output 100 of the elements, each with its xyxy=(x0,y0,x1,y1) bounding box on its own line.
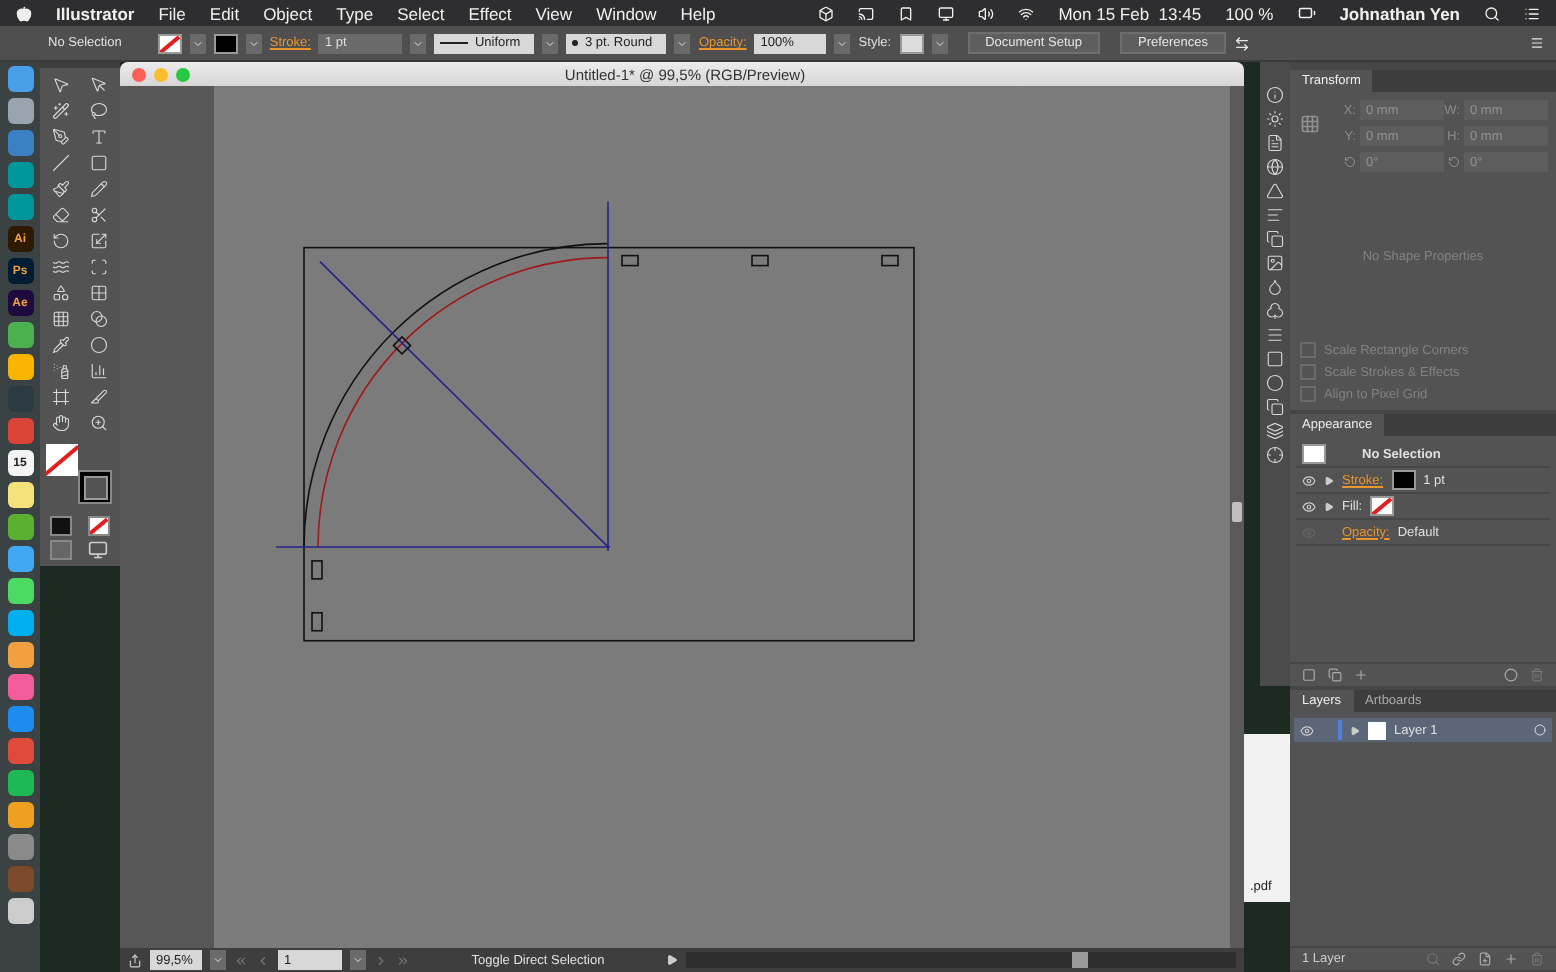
dropdown-button[interactable] xyxy=(834,33,851,53)
app-icon[interactable] xyxy=(7,578,33,604)
menu-item[interactable]: Object xyxy=(263,3,313,23)
line-icon[interactable] xyxy=(52,154,71,172)
column-graph-icon[interactable] xyxy=(89,362,108,380)
panel-menu-icon[interactable] xyxy=(1530,36,1544,50)
app-icon[interactable] xyxy=(7,514,33,540)
stroke-swatch[interactable] xyxy=(1391,470,1416,490)
zoom-icon[interactable] xyxy=(89,414,108,432)
expand-triangle-icon[interactable] xyxy=(1350,725,1360,735)
scissors-icon[interactable] xyxy=(89,206,108,224)
battery-icon[interactable] xyxy=(1297,4,1316,22)
overlap-squares-icon[interactable] xyxy=(1266,230,1284,248)
horizontal-scrollbar[interactable] xyxy=(686,952,1236,968)
fill-none-swatch[interactable] xyxy=(46,444,78,476)
document-icon[interactable] xyxy=(1266,134,1284,152)
selection-arrow-icon[interactable] xyxy=(52,76,71,94)
menu-item[interactable]: View xyxy=(535,3,573,23)
direct-selection-arrow-icon[interactable] xyxy=(89,76,108,94)
image-icon[interactable] xyxy=(1266,254,1284,272)
pen-icon[interactable] xyxy=(52,128,71,146)
volume-icon[interactable] xyxy=(978,5,995,21)
app-icon[interactable] xyxy=(7,898,33,924)
wifi-icon[interactable] xyxy=(1018,5,1035,21)
status-menu-icon[interactable] xyxy=(666,954,678,966)
share-icon[interactable] xyxy=(128,953,142,967)
app-menu[interactable]: Illustrator xyxy=(56,3,135,23)
dropdown-button[interactable] xyxy=(245,33,262,53)
display-icon[interactable] xyxy=(938,5,955,21)
style-swatch[interactable] xyxy=(899,33,924,53)
lasso-icon[interactable] xyxy=(89,102,108,120)
fill-none-swatch[interactable] xyxy=(1370,496,1395,516)
lines-icon[interactable] xyxy=(1266,326,1284,344)
perspective-grid-icon[interactable] xyxy=(89,284,108,302)
dropdown-button[interactable] xyxy=(542,33,559,53)
expand-triangle-icon[interactable] xyxy=(1324,475,1334,485)
arrange-icon[interactable] xyxy=(1234,35,1251,51)
info-icon[interactable] xyxy=(1266,86,1284,104)
app-icon[interactable] xyxy=(7,322,33,348)
menu-item[interactable]: Type xyxy=(336,3,374,23)
type-icon[interactable] xyxy=(89,128,108,146)
app-icon[interactable] xyxy=(7,642,33,668)
club-icon[interactable] xyxy=(1266,302,1284,320)
menu-item[interactable]: Window xyxy=(596,3,657,23)
droplet-icon[interactable] xyxy=(1266,278,1284,296)
user-name[interactable]: Johnathan Yen xyxy=(1339,3,1460,23)
stroke-swatch[interactable] xyxy=(78,470,112,504)
menu-item[interactable]: Edit xyxy=(209,3,240,23)
magic-wand-icon[interactable] xyxy=(52,102,71,120)
app-icon[interactable] xyxy=(7,98,33,124)
none-mode-icon[interactable] xyxy=(87,516,110,536)
app-icon[interactable] xyxy=(7,770,33,796)
warp-icon[interactable] xyxy=(52,258,71,276)
menu-item[interactable]: File xyxy=(158,3,186,23)
artboard-icon[interactable] xyxy=(52,388,71,406)
stroke-swatch[interactable] xyxy=(213,33,238,53)
shape-builder-icon[interactable] xyxy=(52,284,71,302)
color-mode-icon[interactable] xyxy=(50,516,73,536)
triangle-icon[interactable] xyxy=(1266,182,1284,200)
layers-icon[interactable] xyxy=(1266,422,1284,440)
clip-icon[interactable] xyxy=(1452,952,1466,966)
rotate-icon[interactable] xyxy=(52,232,71,250)
box-icon[interactable] xyxy=(818,5,835,21)
rectangle-icon[interactable] xyxy=(89,154,108,172)
eyedropper-icon[interactable] xyxy=(52,336,71,354)
app-icon[interactable] xyxy=(7,674,33,700)
mesh-icon[interactable] xyxy=(52,310,71,328)
app-icon[interactable] xyxy=(7,354,33,380)
new-sublayer-icon[interactable] xyxy=(1478,952,1492,966)
menu-item[interactable]: Help xyxy=(680,3,716,23)
battery-percent[interactable]: 100 % xyxy=(1225,3,1274,23)
app-icon[interactable] xyxy=(7,482,33,508)
screen-icon[interactable] xyxy=(858,5,875,21)
expand-triangle-icon[interactable] xyxy=(1324,501,1334,511)
dropdown-button[interactable] xyxy=(189,33,206,53)
clock[interactable]: Mon 15 Feb 13:45 xyxy=(1058,3,1202,23)
pencil-icon[interactable] xyxy=(89,180,108,198)
dropdown-button[interactable] xyxy=(931,33,948,53)
app-icon[interactable] xyxy=(7,66,33,92)
transform-squares-icon[interactable] xyxy=(1266,398,1284,416)
sun-icon[interactable] xyxy=(1266,110,1284,128)
apple-icon[interactable] xyxy=(16,5,32,21)
close-button[interactable] xyxy=(132,67,146,81)
target-icon[interactable] xyxy=(1534,724,1546,736)
list-icon[interactable] xyxy=(1524,5,1540,21)
brush-icon[interactable] xyxy=(52,180,71,198)
bookmark-icon[interactable] xyxy=(898,5,915,21)
eraser-icon[interactable] xyxy=(52,206,71,224)
app-icon[interactable] xyxy=(7,546,33,572)
screen-mode-icon[interactable] xyxy=(88,540,109,560)
scroll-thumb[interactable] xyxy=(1232,502,1242,522)
menu-item[interactable]: Effect xyxy=(468,3,512,23)
slice-icon[interactable] xyxy=(89,388,108,406)
dropdown-button[interactable] xyxy=(410,33,427,53)
hand-icon[interactable] xyxy=(52,414,71,432)
align-icon[interactable] xyxy=(1266,206,1284,224)
menu-item[interactable]: Select xyxy=(397,3,445,23)
fill-none-swatch[interactable] xyxy=(157,33,182,53)
app-icon[interactable] xyxy=(7,802,33,828)
dropdown-button[interactable] xyxy=(674,33,691,53)
